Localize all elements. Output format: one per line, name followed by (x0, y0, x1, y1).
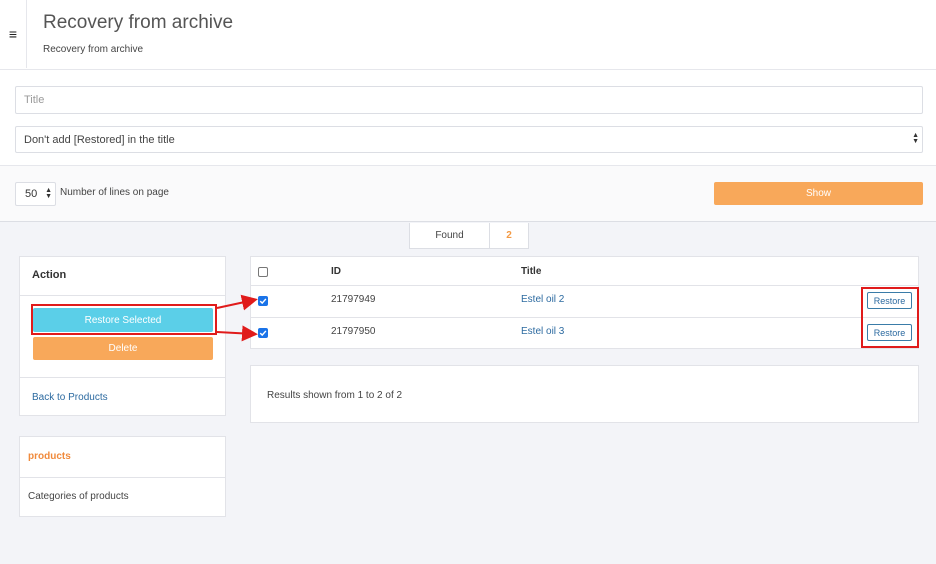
hamburger-icon[interactable]: ≡ (0, 0, 27, 68)
results-summary: Results shown from 1 to 2 of 2 (267, 390, 403, 401)
found-counter: Found 2 (409, 223, 529, 249)
table-row: 21797950 Estel oil 3 Restore (251, 318, 918, 350)
delete-button[interactable]: Delete (33, 337, 213, 360)
category-title[interactable]: products (28, 451, 71, 462)
row-restore-button[interactable]: Restore (867, 292, 912, 309)
title-input[interactable] (15, 86, 923, 114)
lines-per-page-label: Number of lines on page (60, 187, 169, 198)
row-restore-button[interactable]: Restore (867, 324, 912, 341)
row-title-link[interactable]: Estel oil 3 (521, 326, 564, 337)
divider (20, 295, 225, 296)
restored-option-value: Don't add [Restored] in the title (24, 133, 175, 146)
row-id: 21797950 (331, 326, 376, 337)
select-arrows-icon: ▲ ▼ (45, 187, 52, 200)
restored-option-select[interactable]: Don't add [Restored] in the title ▲ ▼ (15, 126, 923, 153)
breadcrumb: Recovery from archive (43, 44, 144, 55)
select-all-checkbox[interactable] (258, 267, 268, 277)
action-title: Action (32, 269, 67, 281)
lines-per-page-value: 50 (25, 188, 38, 200)
row-id: 21797949 (331, 294, 376, 305)
row-checkbox[interactable] (258, 296, 268, 306)
checkmark-icon (259, 330, 267, 337)
category-item[interactable]: Categories of products (28, 491, 129, 502)
action-panel: Action Restore Selected Delete Back to P… (19, 256, 226, 416)
lines-per-page-select[interactable]: 50 ▲ ▼ (15, 182, 56, 206)
results-panel: Results shown from 1 to 2 of 2 (250, 365, 919, 423)
found-count: 2 (506, 230, 512, 241)
page-title: Recovery from archive (43, 12, 234, 33)
row-title-link[interactable]: Estel oil 2 (521, 294, 564, 305)
divider (20, 477, 225, 478)
column-header-id: ID (331, 266, 341, 277)
column-header-title: Title (521, 266, 542, 277)
table-row: 21797949 Estel oil 2 Restore (251, 286, 918, 318)
filter-panel: Don't add [Restored] in the title ▲▼ (0, 70, 936, 166)
found-label: Found (410, 223, 490, 248)
restore-selected-button[interactable]: Restore Selected (33, 308, 213, 332)
back-to-products-link[interactable]: Back to Products (32, 392, 108, 403)
products-table: ID Title 21797949 Estel oil 2 Restore 21… (250, 256, 919, 349)
row-checkbox[interactable] (258, 328, 268, 338)
select-arrows-icon: ▲ ▼ (912, 132, 919, 145)
category-panel: products Categories of products (19, 436, 226, 517)
checkmark-icon (259, 298, 267, 305)
show-button[interactable]: Show (714, 182, 923, 205)
table-header: ID Title (251, 257, 918, 286)
divider (20, 377, 225, 378)
page-header: ≡ Recovery from archive Recovery from ar… (0, 0, 936, 70)
